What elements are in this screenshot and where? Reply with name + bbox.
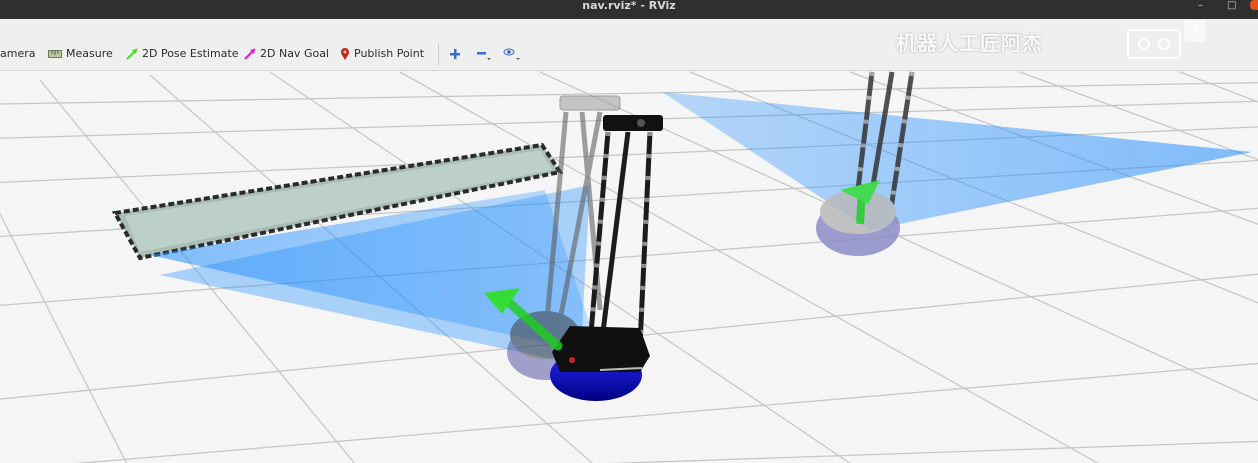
tool-2d-pose-estimate[interactable]: 2D Pose Estimate (126, 46, 239, 62)
minimize-button[interactable]: – (1198, 0, 1203, 12)
tool-measure[interactable]: Measure (48, 46, 113, 62)
watermark-text: 机器人工匠阿杰 (896, 31, 1043, 55)
remove-tool-button[interactable] (472, 45, 494, 63)
rviz-toolbar: amera Measure 2D Pose Estimate 2D Nav Go… (0, 19, 1258, 71)
tool-interact-camera[interactable]: amera (0, 46, 36, 62)
tool-properties-button[interactable] (500, 45, 522, 63)
minus-icon (477, 52, 491, 60)
tool-publish-point-label: Publish Point (354, 47, 425, 60)
help-glyph: ? (1191, 23, 1199, 41)
ruler-icon (48, 50, 62, 58)
tool-2d-pose-estimate-label: 2D Pose Estimate (142, 47, 239, 60)
tool-2d-nav-goal[interactable]: 2D Nav Goal (244, 46, 329, 62)
maximize-button[interactable]: □ (1227, 0, 1236, 12)
tool-measure-label: Measure (66, 47, 113, 60)
window-titlebar: nav.rviz* - RViz – □ (0, 0, 1258, 19)
toolbar-separator (438, 44, 439, 65)
green-arrow-icon (126, 48, 138, 60)
magenta-arrow-icon (244, 48, 256, 60)
cassette-tape-icon (1127, 29, 1181, 59)
map-pin-icon (341, 48, 349, 60)
window-title: nav.rviz* - RViz (582, 0, 676, 12)
eye-dropdown-icon (503, 48, 520, 60)
3d-viewport[interactable] (0, 71, 1258, 463)
add-tool-button[interactable] (444, 45, 466, 63)
watermark-logo: ? (1127, 20, 1206, 59)
plus-icon (450, 49, 460, 59)
tool-camera-label: amera (0, 47, 36, 60)
tool-publish-point[interactable]: Publish Point (340, 46, 424, 62)
tool-2d-nav-goal-label: 2D Nav Goal (260, 47, 329, 60)
close-button[interactable] (1250, 0, 1258, 10)
